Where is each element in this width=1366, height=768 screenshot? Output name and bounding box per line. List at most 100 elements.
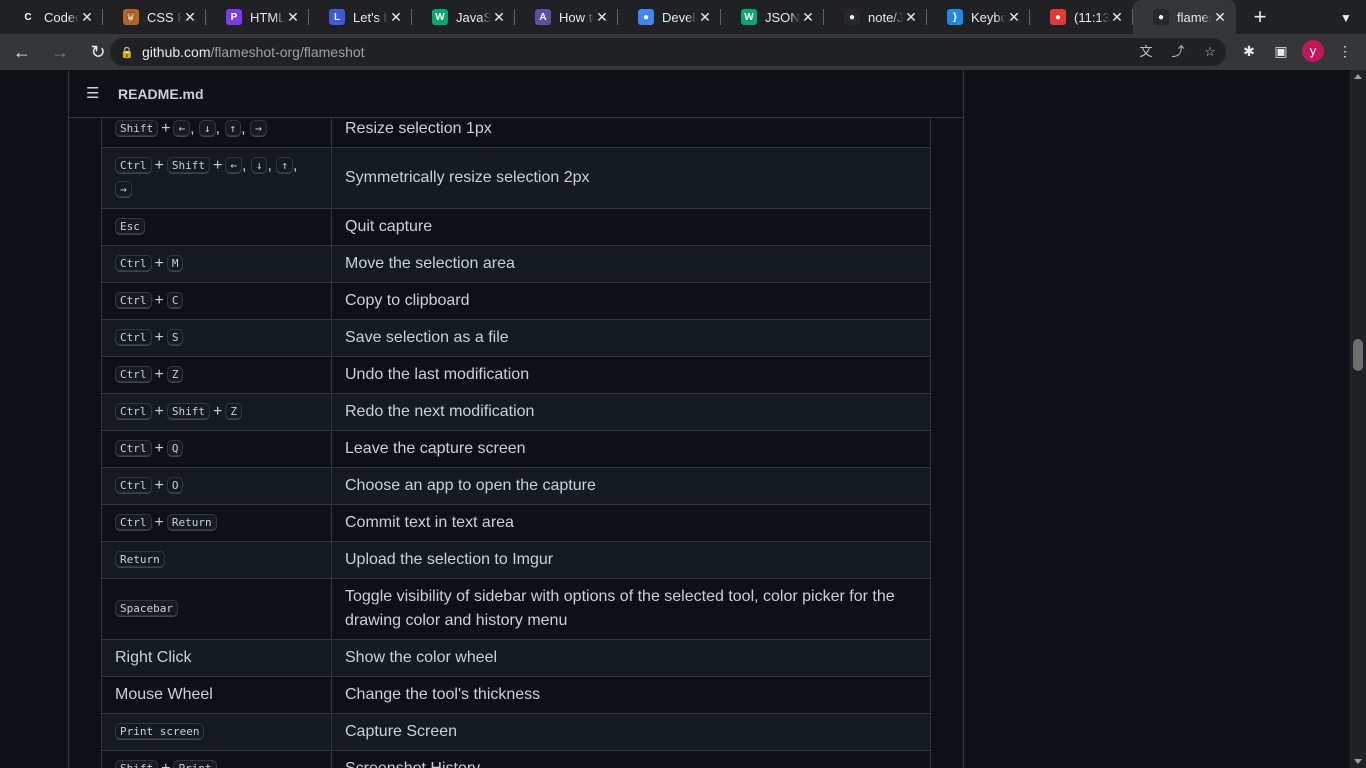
shortcut-keys-cell: Ctrl + Return	[101, 504, 332, 542]
plus-separator: +	[154, 477, 164, 494]
browser-tab[interactable]: C Codec ✕	[0, 0, 103, 34]
tab-close-icon[interactable]: ✕	[903, 9, 919, 25]
page-scrollbar[interactable]	[1350, 70, 1366, 768]
tab-search-chevron-icon[interactable]: ▼	[1336, 8, 1356, 28]
keyboard-key: O	[166, 477, 184, 495]
plus-separator: +	[161, 120, 171, 137]
shortcut-action-cell: Copy to clipboard	[331, 282, 931, 320]
readme-panel: ☰ README.md Shift + ←, ↓, ↑, → Resize selec…	[68, 70, 964, 768]
share-icon[interactable]: ⤴	[1168, 42, 1188, 62]
new-tab-button[interactable]: +	[1242, 0, 1278, 34]
tab-close-icon[interactable]: ✕	[1212, 9, 1228, 25]
tab-title: note/J	[868, 9, 903, 25]
tab-close-icon[interactable]: ✕	[79, 9, 95, 25]
url-text[interactable]: github.com/flameshot-org/flameshot	[142, 44, 365, 60]
tab-strip: CCodec✕🦉CSS F✕PHTML✕LLet's b✕WJavaSc✕AHo…	[0, 0, 1366, 34]
browser-tab[interactable]: W JSON ✕	[721, 0, 824, 34]
shortcut-action-cell: Leave the capture screen	[331, 430, 931, 468]
table-row: Ctrl + C Copy to clipboard	[101, 282, 931, 320]
tab-close-icon[interactable]: ✕	[285, 9, 301, 25]
plus-separator: +	[154, 292, 164, 309]
keyboard-key: Shift	[115, 760, 159, 768]
translate-icon[interactable]: 文	[1136, 42, 1156, 62]
w3-icon: W	[741, 9, 757, 25]
browser-tab[interactable]: A How to✕	[515, 0, 618, 34]
shortcut-action-cell: Screenshot History	[331, 750, 931, 768]
shortcut-keys-cell: Mouse Wheel	[101, 676, 332, 714]
shortcut-keys-cell: Ctrl + S	[101, 319, 332, 357]
shortcut-action-cell: Show the color wheel	[331, 639, 931, 677]
tab-close-icon[interactable]: ✕	[182, 9, 198, 25]
browser-tab[interactable]: ● Develo✕	[618, 0, 721, 34]
forward-button[interactable]: →	[44, 36, 76, 68]
scroll-down-arrow-icon[interactable]	[1354, 759, 1362, 764]
keyboard-key: ←	[225, 157, 242, 175]
tab-close-icon[interactable]: ✕	[1109, 9, 1125, 25]
how-to-icon: A	[535, 9, 551, 25]
browser-tab[interactable]: ● flames ✕	[1133, 0, 1236, 34]
tab-close-icon[interactable]: ✕	[800, 9, 816, 25]
shortcut-keys-cell: Ctrl + Q	[101, 430, 332, 468]
browser-tab[interactable]: 🦉 CSS F ✕	[103, 0, 206, 34]
table-row: Ctrl + Return Commit text in text area	[101, 504, 931, 542]
tab-close-icon[interactable]: ✕	[388, 9, 404, 25]
browser-tab[interactable]: ● note/J ✕	[824, 0, 927, 34]
profile-avatar[interactable]: y	[1302, 40, 1324, 62]
bookmark-star-icon[interactable]: ☆	[1200, 42, 1220, 62]
reload-icon: ↻	[90, 41, 106, 62]
browser-toolbar: ← → ↻ 🔒 github.com/flameshot-org/flamesh…	[0, 34, 1366, 70]
scroll-up-arrow-icon[interactable]	[1354, 74, 1362, 79]
plus-separator: +	[154, 514, 164, 531]
keyboard-key: ↑	[276, 157, 293, 175]
browser-tab[interactable]: W JavaSc✕	[412, 0, 515, 34]
table-row: Spacebar Toggle visibility of sidebar wit…	[101, 578, 931, 640]
browser-tab[interactable]: ● (11:13)✕	[1030, 0, 1133, 34]
table-of-contents-icon[interactable]: ☰	[86, 85, 102, 102]
keyboard-key: Return	[166, 514, 217, 532]
table-row: Ctrl + O Choose an app to open the capture	[101, 467, 931, 505]
keyboard-key: Ctrl	[115, 255, 152, 273]
table-row: Ctrl + S Save selection as a file	[101, 319, 931, 357]
tab-title: CSS F	[147, 9, 182, 25]
shortcut-text: Mouse Wheel	[115, 686, 213, 703]
arrow-right-icon: →	[51, 41, 69, 62]
side-panel-icon[interactable]: ▣	[1270, 40, 1292, 62]
browser-tab[interactable]: P HTML ✕	[206, 0, 309, 34]
shortcut-action-cell: Toggle visibility of sidebar with option…	[331, 578, 931, 640]
tab-title: Let's b	[353, 9, 388, 25]
shortcut-action-cell: Save selection as a file	[331, 319, 931, 357]
tab-title: Codec	[44, 9, 79, 25]
w3-icon: W	[432, 9, 448, 25]
keyboard-key: →	[250, 120, 267, 138]
back-button[interactable]: ←	[6, 36, 38, 68]
keyboard-key: Print	[173, 760, 217, 768]
plus-separator: +	[212, 403, 223, 420]
address-bar[interactable]: 🔒 github.com/flameshot-org/flameshot 文 ⤴…	[110, 38, 1226, 66]
readme-header: ☰ README.md	[69, 70, 963, 118]
table-row: Mouse Wheel Change the tool's thickness	[101, 676, 931, 714]
tab-title: Keybo	[971, 9, 1006, 25]
tab-close-icon[interactable]: ✕	[594, 9, 610, 25]
tab-close-icon[interactable]: ✕	[1006, 9, 1022, 25]
tab-title: HTML	[250, 9, 285, 25]
browser-tab[interactable]: } Keybo ✕	[927, 0, 1030, 34]
tab-close-icon[interactable]: ✕	[491, 9, 507, 25]
scrollbar-thumb[interactable]	[1353, 339, 1363, 371]
menu-kebab-icon[interactable]: ⋮	[1334, 40, 1356, 62]
comma-separator: ,	[215, 120, 221, 137]
comma-separator: ,	[241, 157, 247, 174]
tomato-icon: ●	[1050, 9, 1066, 25]
table-row: Print screen Capture Screen	[101, 713, 931, 751]
tab-title: JSON	[765, 9, 800, 25]
tab-title: Develo	[662, 9, 697, 25]
extensions-puzzle-icon[interactable]: ✱	[1238, 40, 1260, 62]
shortcut-action-cell: Commit text in text area	[331, 504, 931, 542]
keyboard-key: →	[115, 181, 132, 199]
table-row: Ctrl + M Move the selection area	[101, 245, 931, 283]
tab-close-icon[interactable]: ✕	[697, 9, 713, 25]
keyboard-key: Return	[115, 551, 165, 569]
shortcut-keys-cell: Spacebar	[101, 578, 332, 640]
browser-tab[interactable]: L Let's b ✕	[309, 0, 412, 34]
plus-separator: +	[154, 329, 164, 346]
shortcut-action-cell: Undo the last modification	[331, 356, 931, 394]
